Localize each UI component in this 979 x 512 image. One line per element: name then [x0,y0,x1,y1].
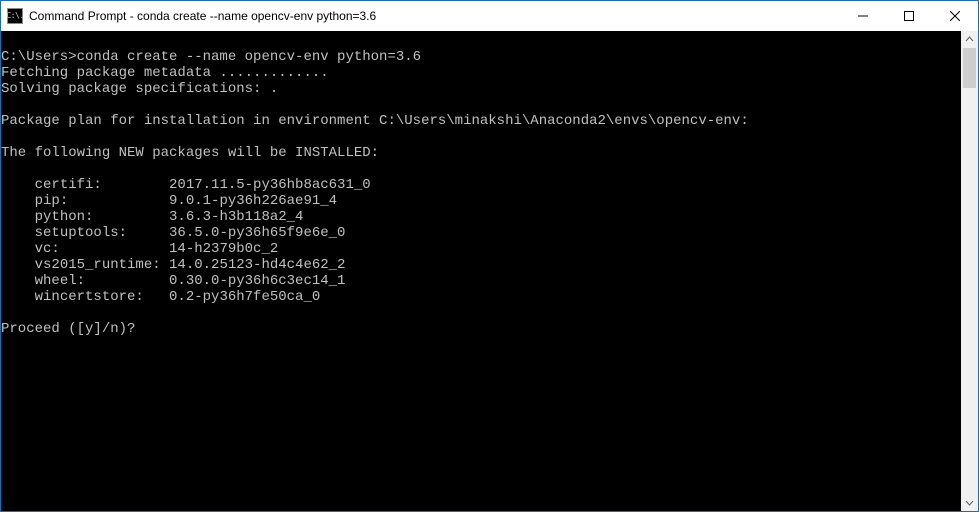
scroll-thumb[interactable] [963,48,976,88]
minimize-button[interactable] [840,1,886,31]
terminal-line: Proceed ([y]/n)? [1,321,135,337]
package-version: 0.30.0-py36h6c3ec14_1 [169,273,345,289]
vertical-scrollbar[interactable] [961,31,978,511]
scroll-track[interactable] [961,48,978,494]
scroll-down-button[interactable] [961,494,978,511]
package-version: 0.2-py36h7fe50ca_0 [169,289,320,305]
close-button[interactable] [932,1,978,31]
package-row: certifi: 2017.11.5-py36hb8ac631_0 [1,177,371,193]
package-version: 36.5.0-py36h65f9e6e_0 [169,225,345,241]
terminal-line: Fetching package metadata ............. [1,65,329,81]
terminal-line: Solving package specifications: . [1,81,278,97]
package-name: pip: [35,193,169,209]
package-row: vs2015_runtime: 14.0.25123-hd4c4e62_2 [1,257,345,273]
package-row: wheel: 0.30.0-py36h6c3ec14_1 [1,273,345,289]
window-controls [840,1,978,31]
content-area: C:\Users>conda create --name opencv-env … [1,31,978,511]
package-version: 3.6.3-h3b118a2_4 [169,209,303,225]
package-row: wincertstore: 0.2-py36h7fe50ca_0 [1,289,320,305]
package-name: wheel: [35,273,169,289]
package-version: 14-h2379b0c_2 [169,241,278,257]
window-frame: C:\. Command Prompt - conda create --nam… [0,0,979,512]
package-name: certifi: [35,177,169,193]
package-version: 14.0.25123-hd4c4e62_2 [169,257,345,273]
terminal-output[interactable]: C:\Users>conda create --name opencv-env … [1,31,961,511]
package-version: 9.0.1-py36h226ae91_4 [169,193,337,209]
terminal-line: Package plan for installation in environ… [1,113,749,129]
titlebar[interactable]: C:\. Command Prompt - conda create --nam… [1,1,978,31]
scroll-up-button[interactable] [961,31,978,48]
package-name: vs2015_runtime: [35,257,169,273]
package-version: 2017.11.5-py36hb8ac631_0 [169,177,371,193]
terminal-line: The following NEW packages will be INSTA… [1,145,379,161]
package-name: wincertstore: [35,289,169,305]
package-name: setuptools: [35,225,169,241]
package-row: vc: 14-h2379b0c_2 [1,241,278,257]
package-row: pip: 9.0.1-py36h226ae91_4 [1,193,337,209]
package-name: vc: [35,241,169,257]
package-row: setuptools: 36.5.0-py36h65f9e6e_0 [1,225,345,241]
package-row: python: 3.6.3-h3b118a2_4 [1,209,303,225]
terminal-line: C:\Users>conda create --name opencv-env … [1,49,421,65]
package-name: python: [35,209,169,225]
maximize-button[interactable] [886,1,932,31]
cmd-icon: C:\. [7,8,23,24]
window-title: Command Prompt - conda create --name ope… [29,9,376,23]
